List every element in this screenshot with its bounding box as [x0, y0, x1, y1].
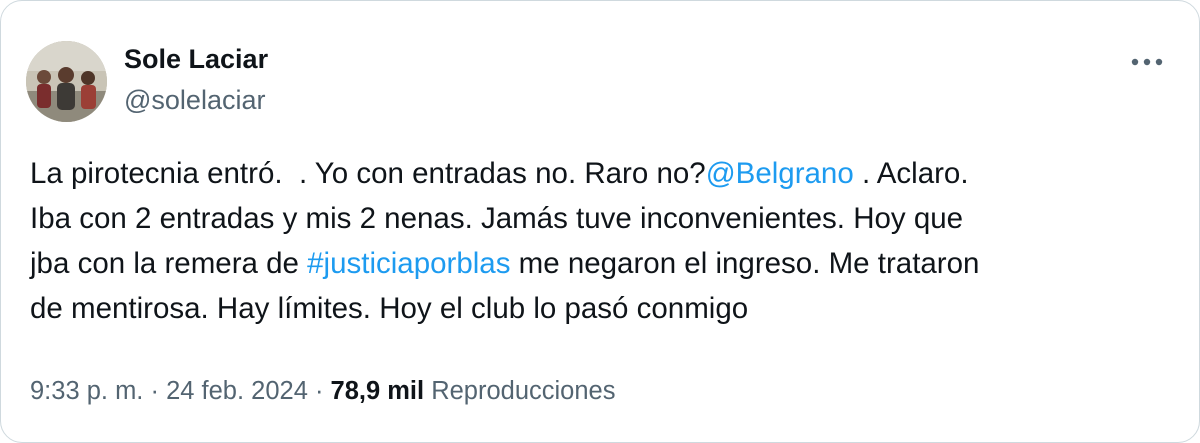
- meta-separator: ·: [307, 377, 331, 405]
- tweet-card: Sole Laciar @solelaciar La pirotecnia en…: [0, 0, 1200, 443]
- tweet-text-line: Iba con 2 entradas y mis 2 nenas. Jamás …: [30, 202, 964, 235]
- tweet-text-segment: jba con la remera de: [30, 247, 308, 280]
- views-label: Reproducciones: [431, 377, 616, 405]
- tweet-text-line: de mentirosa. Hay límites. Hoy el club l…: [30, 292, 749, 325]
- tweet-text: La pirotecnia entró. . Yo con entradas n…: [30, 151, 1180, 331]
- user-handle[interactable]: @solelaciar: [124, 83, 268, 117]
- tweet-text-segment: me negaron el ingreso. Me trataron: [510, 247, 980, 280]
- ellipsis-horizontal-icon: [1131, 58, 1163, 66]
- meta-separator: ·: [143, 377, 167, 405]
- tweet-meta: 9:33 p. m. · 24 feb. 2024 · 78,9 mil Rep…: [30, 374, 615, 408]
- author-block: Sole Laciar @solelaciar: [124, 42, 268, 117]
- tweet-time[interactable]: 9:33 p. m.: [30, 377, 143, 405]
- avatar-image: [26, 41, 107, 122]
- hashtag-link[interactable]: #justiciaporblas: [307, 247, 510, 280]
- display-name[interactable]: Sole Laciar: [124, 42, 268, 76]
- more-options-button[interactable]: [1125, 45, 1169, 79]
- mention-link[interactable]: @Belgrano: [706, 157, 854, 190]
- tweet-text-segment: La pirotecnia entró. . Yo con entradas n…: [30, 157, 706, 190]
- tweet-text-segment: . Aclaro.: [853, 157, 969, 190]
- tweet-date[interactable]: 24 feb. 2024: [166, 377, 308, 405]
- avatar[interactable]: [26, 41, 107, 122]
- views-count: 78,9 mil: [330, 377, 425, 405]
